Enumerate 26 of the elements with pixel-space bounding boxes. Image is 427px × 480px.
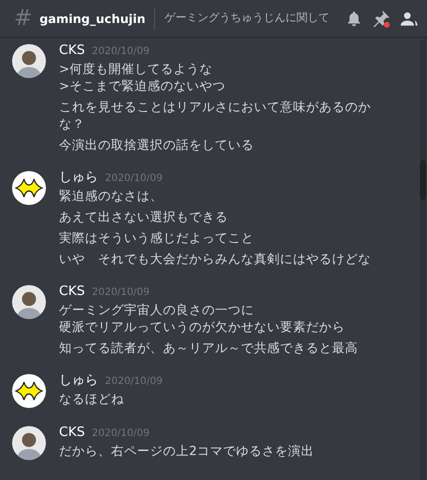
message-text: 硬派でリアルっていうのが欠かせない要素だから bbox=[59, 318, 346, 335]
message-text: なるほどね bbox=[59, 390, 125, 407]
channel-hash: # bbox=[14, 8, 32, 30]
message-timestamp: 2020/10/09 bbox=[105, 172, 163, 186]
message-text: これを見せることはリアルさにおいて意味があるのかな？ bbox=[59, 98, 372, 132]
author-name[interactable]: CKS bbox=[59, 424, 85, 441]
message-text: 緊迫感のなさは、 bbox=[59, 187, 164, 204]
author-name[interactable]: CKS bbox=[59, 42, 85, 59]
message-text: >そこまで緊迫感のないやつ bbox=[59, 77, 226, 94]
message-timestamp: 2020/10/09 bbox=[92, 286, 150, 300]
message-timestamp: 2020/10/09 bbox=[92, 427, 150, 441]
message-text: ゲーミング宇宙人の良さの一つに bbox=[59, 301, 255, 318]
channel-name: gaming_uchujin bbox=[39, 10, 146, 28]
author-name[interactable]: しゅら bbox=[59, 372, 98, 389]
message-text: 実際はそういう感じだよってこと bbox=[59, 229, 255, 246]
author-name[interactable]: しゅら bbox=[59, 169, 98, 186]
message-text: 知ってる読者が、あ～リアル～で共感できると最高 bbox=[59, 339, 359, 356]
message-timestamp: 2020/10/09 bbox=[92, 45, 150, 59]
message-text: あえて出さない選択もできる bbox=[59, 208, 229, 225]
message-text: >何度も開催してるような bbox=[59, 60, 214, 77]
message-text: いや それでも大会だからみんな真剣にはやるけどな bbox=[59, 250, 372, 267]
message-text: だから、右ページの上2コマでゆるさを演出 bbox=[59, 442, 315, 459]
channel-topic: ゲーミングうちゅうじんに関して bbox=[164, 10, 330, 26]
message-timestamp: 2020/10/09 bbox=[105, 375, 163, 389]
author-name[interactable]: CKS bbox=[59, 283, 85, 300]
message-text: 今演出の取捨選択の話をしている bbox=[59, 136, 255, 153]
